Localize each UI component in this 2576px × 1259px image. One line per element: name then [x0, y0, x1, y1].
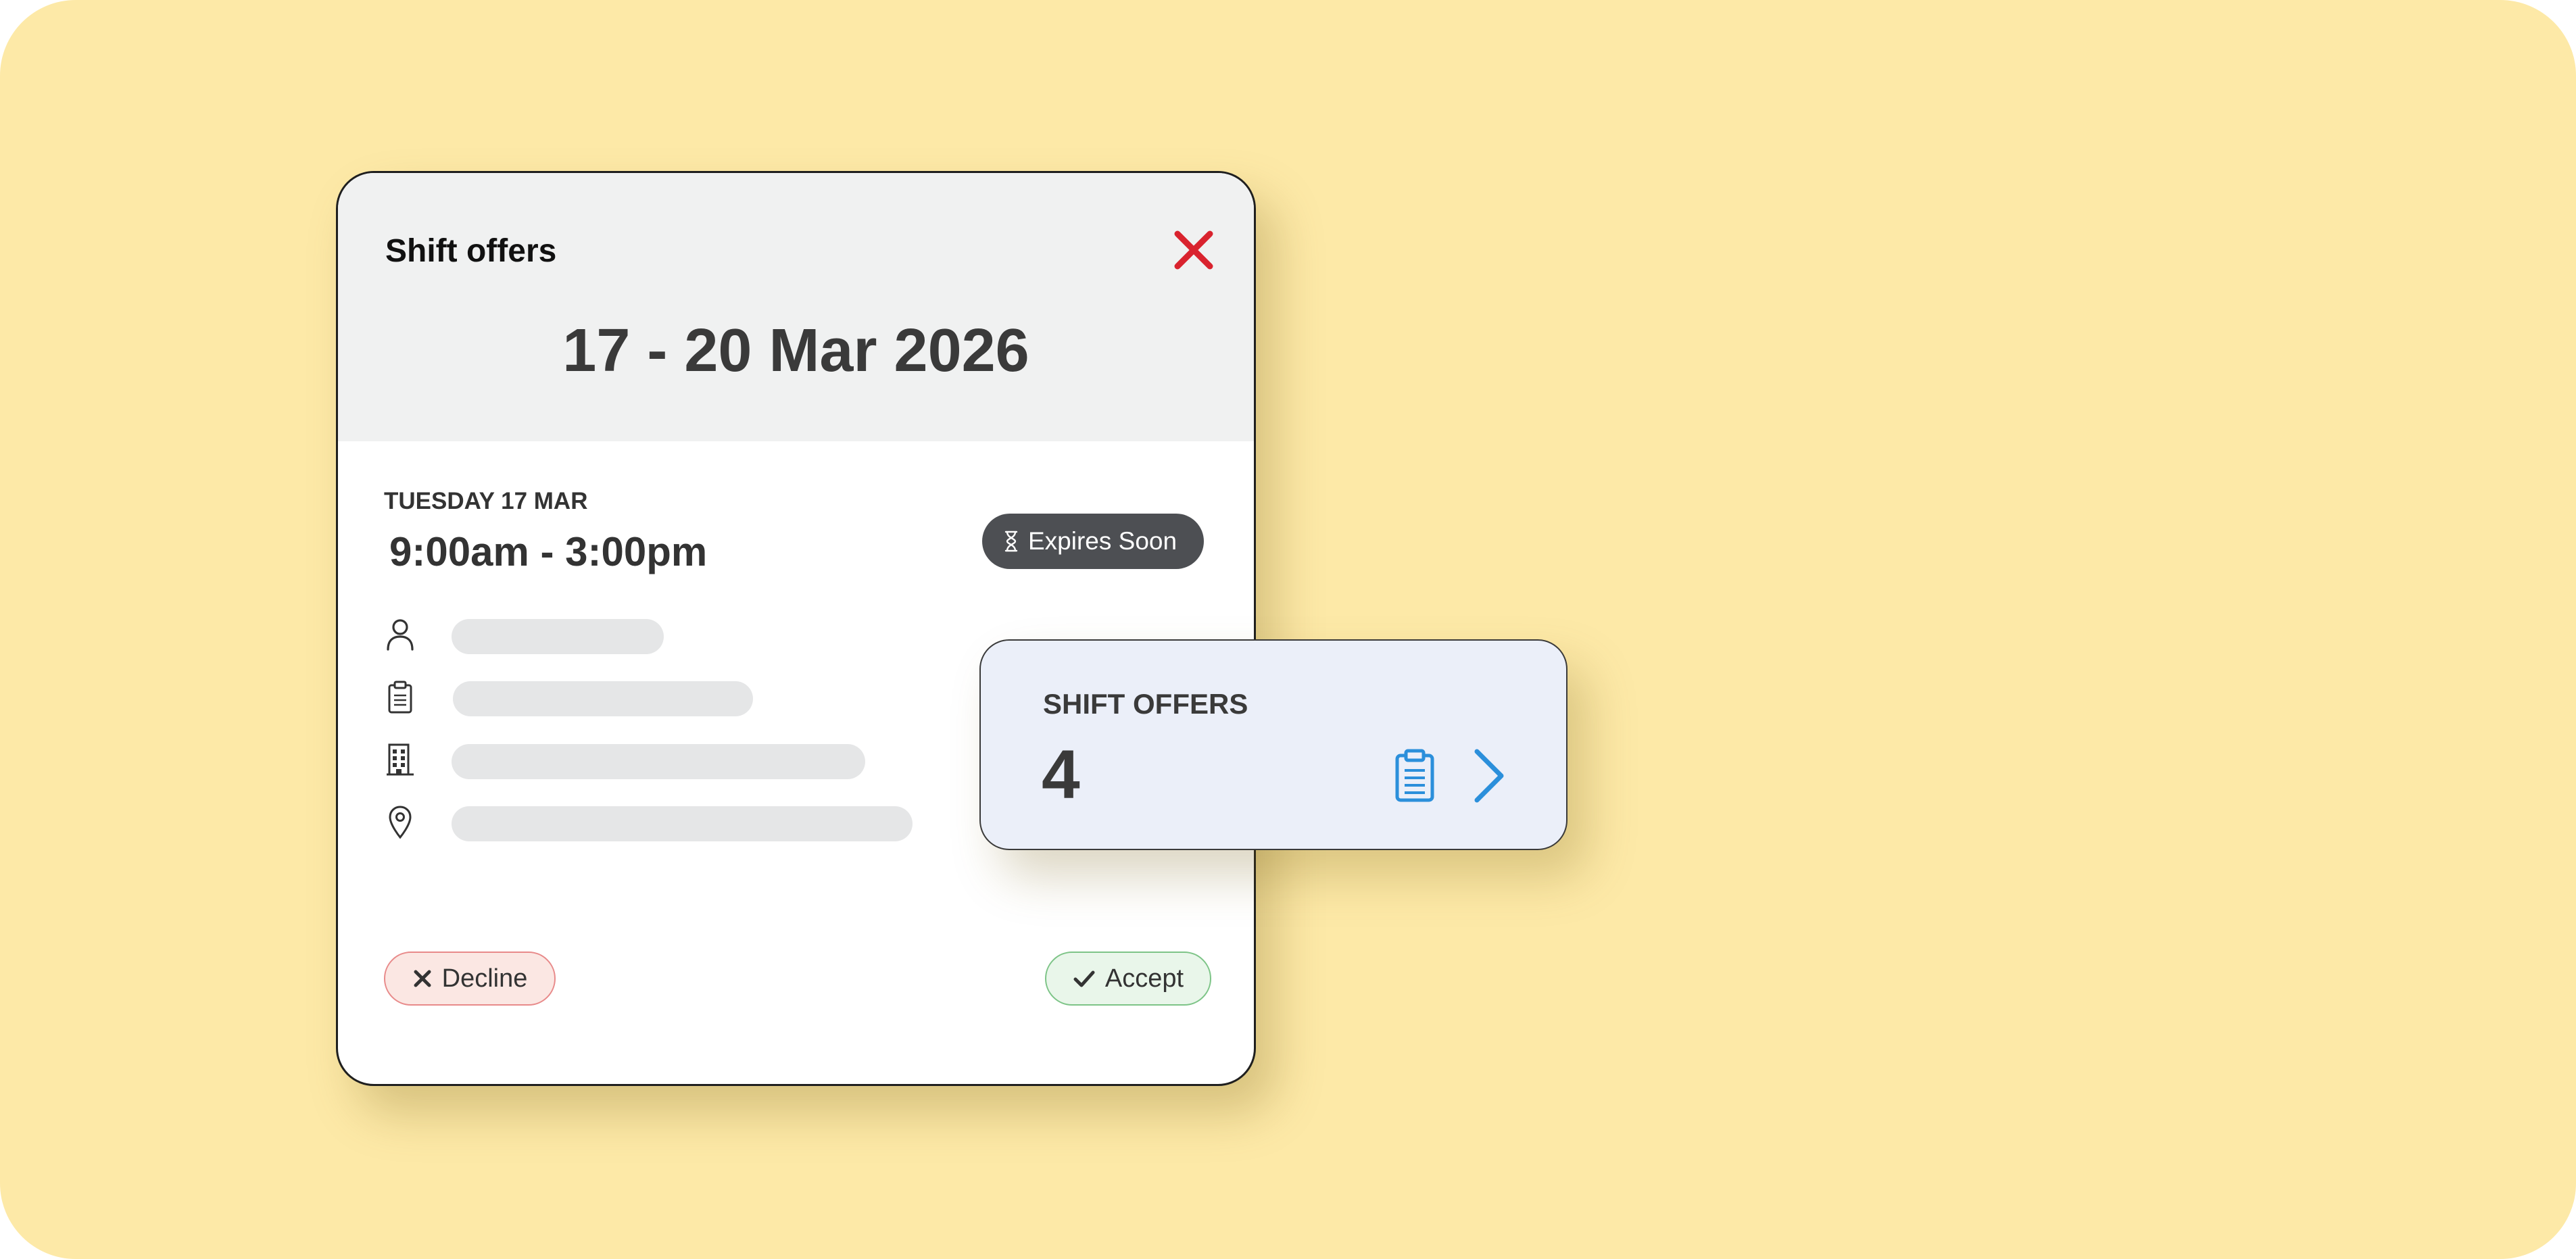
skeleton-location-line [452, 806, 913, 841]
shift-day-label: TUESDAY 17 MAR [384, 488, 588, 514]
clipboard-icon [1393, 749, 1436, 803]
shift-time-range: 9:00am - 3:00pm [389, 529, 708, 574]
shift-offers-count: 4 [1042, 736, 1080, 813]
accept-button[interactable]: Accept [1045, 952, 1211, 1006]
clipboard-icon [384, 678, 416, 716]
modal-title: Shift offers [385, 233, 557, 269]
detail-row-person [384, 616, 416, 653]
background-canvas: Shift offers 17 - 20 Mar 2026 TUESDAY 17… [0, 0, 2576, 1259]
close-icon [1174, 230, 1213, 270]
shift-offers-summary-card[interactable]: SHIFT OFFERS 4 [979, 639, 1568, 850]
decline-button[interactable]: Decline [384, 952, 556, 1006]
chevron-right-icon[interactable] [1470, 747, 1508, 804]
skeleton-building-line [452, 744, 865, 779]
detail-row-location [384, 803, 416, 841]
date-range: 17 - 20 Mar 2026 [562, 317, 1029, 385]
summary-title: SHIFT OFFERS [1043, 688, 1248, 720]
detail-row-building [384, 741, 416, 779]
hourglass-icon [1004, 530, 1018, 552]
person-icon [384, 616, 416, 653]
skeleton-person-line [452, 619, 664, 654]
decline-label: Decline [441, 964, 528, 993]
close-button[interactable] [1169, 226, 1218, 274]
location-pin-icon [384, 803, 416, 841]
building-icon [384, 741, 416, 779]
skeleton-role-line [453, 681, 753, 716]
detail-row-clipboard [384, 678, 416, 716]
expires-soon-badge: Expires Soon [982, 514, 1205, 569]
accept-label: Accept [1104, 964, 1184, 993]
expires-soon-label: Expires Soon [1028, 527, 1177, 555]
close-icon [414, 970, 431, 987]
modal-header: Shift offers 17 - 20 Mar 2026 [338, 173, 1254, 441]
checkmark-icon [1073, 970, 1095, 987]
shift-offers-modal: Shift offers 17 - 20 Mar 2026 TUESDAY 17… [336, 171, 1256, 1086]
